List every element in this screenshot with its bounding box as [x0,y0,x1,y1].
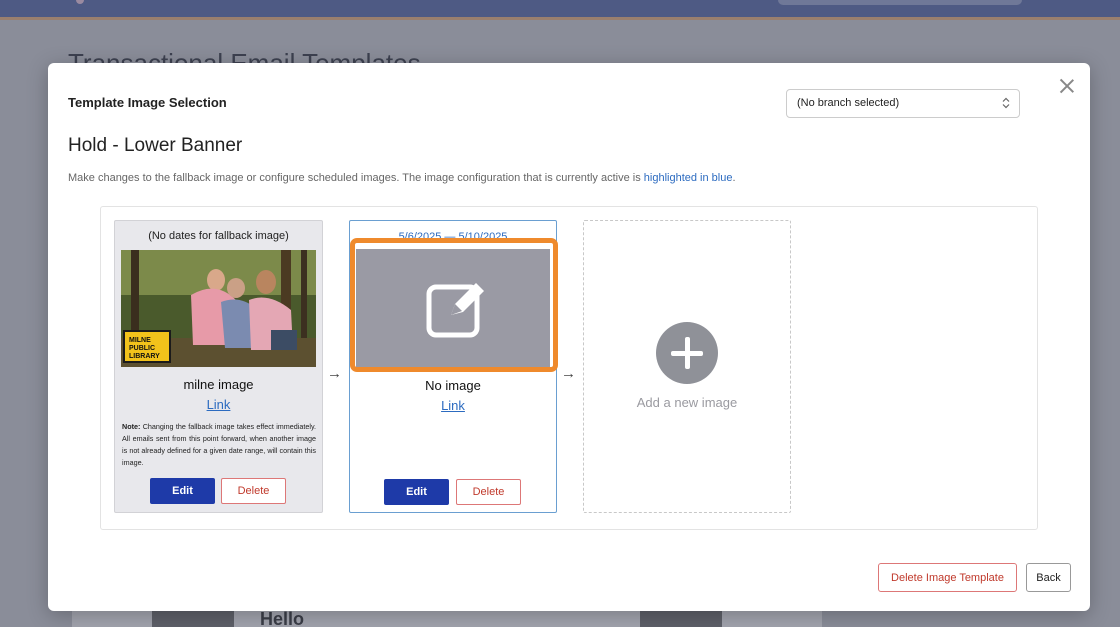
description-suffix: . [732,172,736,184]
svg-text:LIBRARY: LIBRARY [129,353,160,360]
delete-button[interactable]: Delete [456,479,521,505]
add-new-image-label: Add a new image [636,395,738,410]
note-label: Note: [122,422,141,431]
branch-select[interactable]: (No branch selected) [786,89,1020,118]
arrow-icon: → [561,365,576,382]
edit-button[interactable]: Edit [384,479,449,505]
header-search[interactable] [778,0,1022,5]
image-configurations-container: (No dates for fallback image) MILNE PUBL… [100,206,1038,530]
description: Make changes to the fallback image or co… [68,172,736,184]
modal-title: Template Image Selection [68,95,227,110]
arrow-icon: → [327,365,342,382]
template-name: Hold - Lower Banner [68,135,243,156]
app-header [0,0,1120,20]
svg-text:MILNE: MILNE [129,337,151,344]
description-text: Make changes to the fallback image or co… [68,172,644,184]
background-greeting: Hello [260,609,305,627]
app-logo[interactable] [76,0,84,4]
fallback-image-thumbnail: MILNE PUBLIC LIBRARY [121,250,316,367]
card-dates: (No dates for fallback image) [148,230,289,242]
card-dates: 5/6/2025 — 5/10/2025 [398,231,508,243]
chevron-updown-icon [1002,97,1010,109]
image-link[interactable]: Link [350,398,556,413]
close-icon[interactable] [1058,77,1076,95]
branch-select-value: (No branch selected) [797,97,900,109]
edit-button[interactable]: Edit [150,478,215,504]
back-button[interactable]: Back [1026,563,1071,592]
fallback-image-card: (No dates for fallback image) MILNE PUBL… [114,220,323,513]
plus-circle-icon[interactable] [656,322,718,384]
note-text: Changing the fallback image takes effect… [122,422,316,467]
description-highlight: highlighted in blue [643,172,733,184]
delete-image-template-button[interactable]: Delete Image Template [878,563,1017,592]
image-name: milne image [183,377,254,392]
image-placeholder[interactable] [356,249,550,367]
delete-button[interactable]: Delete [221,478,286,504]
edit-square-icon [426,283,484,338]
fallback-note: Note: Changing the fallback image takes … [122,421,316,469]
image-link[interactable]: Link [115,397,322,412]
template-image-selection-modal: Template Image Selection (No branch sele… [48,63,1090,611]
image-name: No image [425,378,481,393]
scheduled-image-card: 5/6/2025 — 5/10/2025 No image Link Edit … [349,220,557,513]
add-new-image-card[interactable]: Add a new image [583,220,791,513]
svg-text:PUBLIC: PUBLIC [129,345,155,352]
